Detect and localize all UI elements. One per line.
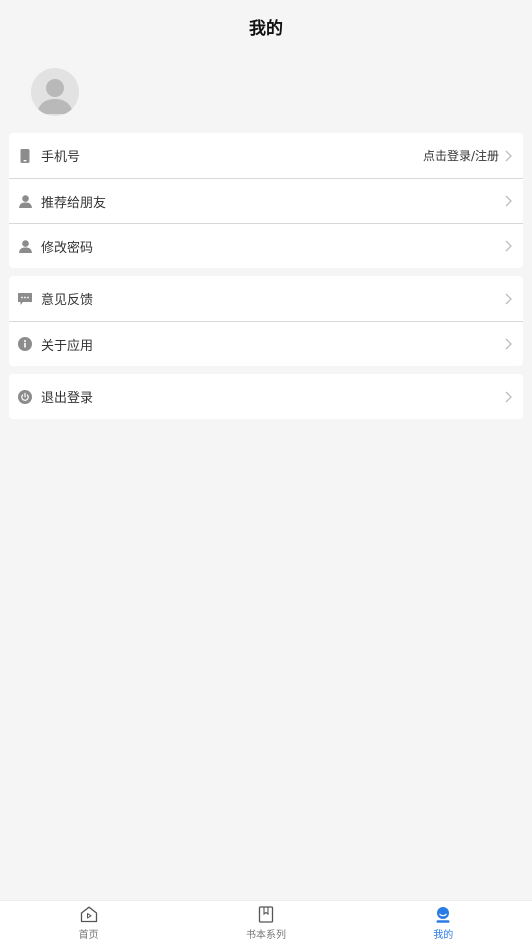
chevron-right-icon (505, 391, 513, 403)
menu-item-recommend[interactable]: 推荐给朋友 (9, 178, 523, 223)
user-icon (18, 194, 32, 208)
menu-group-account: 手机号 点击登录/注册 推荐给朋友 修改密码 (9, 133, 523, 268)
user-icon (18, 239, 32, 253)
chevron-right-icon (505, 240, 513, 252)
menu-item-label: 手机号 (41, 150, 81, 165)
menu-item-about[interactable]: 关于应用 (9, 321, 523, 366)
chevron-right-icon (505, 150, 513, 162)
feedback-icon (18, 292, 32, 306)
menu-group-support: 意见反馈 关于应用 (9, 276, 523, 366)
menu-item-label: 退出登录 (41, 391, 94, 406)
home-icon (79, 905, 99, 925)
menu-item-label: 意见反馈 (41, 293, 94, 308)
login-register-link[interactable]: 点击登录/注册 (423, 147, 499, 164)
tab-home[interactable]: 首页 (0, 901, 177, 944)
menu-item-logout[interactable]: 退出登录 (9, 374, 523, 419)
tab-mine[interactable]: 我的 (355, 901, 532, 944)
profile-page: 我的 手机号 点击登录/注册 推荐给朋友 修改密码 意见反馈 关于应用 退出登录… (0, 0, 532, 944)
chevron-right-icon (505, 293, 513, 305)
menu-item-change-password[interactable]: 修改密码 (9, 223, 523, 268)
chevron-right-icon (505, 338, 513, 350)
avatar-placeholder-icon (37, 79, 73, 114)
avatar[interactable] (31, 68, 79, 116)
tab-label: 首页 (78, 929, 99, 941)
bottom-tab-bar: 首页 书本系列 我的 (0, 900, 532, 944)
menu-item-phone[interactable]: 手机号 点击登录/注册 (9, 133, 523, 178)
phone-icon (18, 148, 32, 163)
menu-group-logout: 退出登录 (9, 374, 523, 419)
page-title: 我的 (249, 18, 283, 39)
tab-book-series[interactable]: 书本系列 (177, 901, 354, 944)
menu-item-feedback[interactable]: 意见反馈 (9, 276, 523, 321)
menu-item-label: 推荐给朋友 (41, 195, 107, 211)
chevron-right-icon (505, 195, 513, 207)
info-icon (18, 337, 32, 351)
profile-icon (433, 905, 453, 925)
title-bar: 我的 (0, 0, 532, 52)
tab-label: 书本系列 (245, 929, 286, 941)
bookmark-book-icon (256, 905, 276, 925)
power-icon (18, 389, 32, 404)
menu-item-label: 修改密码 (41, 240, 94, 256)
tab-label: 我的 (433, 929, 454, 941)
menu-item-label: 关于应用 (41, 338, 94, 354)
